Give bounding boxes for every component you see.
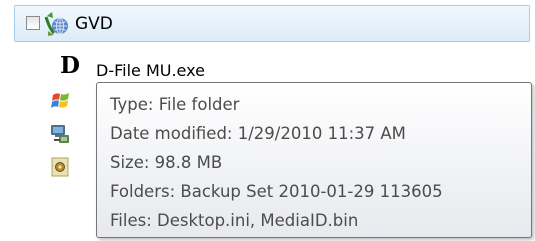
d-letter-icon: D	[60, 52, 80, 79]
tooltip-type: Type: File folder	[110, 95, 240, 114]
tooltip-date-modified: Date modified: 1/29/2010 11:37 AM	[110, 124, 406, 143]
network-computer-icon	[48, 122, 72, 150]
selected-folder-row[interactable]: GVD	[14, 5, 530, 42]
file-name-label[interactable]: D-File MU.exe	[96, 62, 205, 80]
item-checkbox[interactable]	[26, 16, 40, 30]
tooltip-size: Size: 98.8 MB	[110, 153, 223, 172]
folder-network-icon	[44, 11, 70, 37]
tooltip-files: Files: Desktop.ini, MediaID.bin	[110, 211, 359, 230]
list-item-dfile[interactable]: D	[0, 52, 110, 82]
windows-flag-icon	[50, 90, 72, 116]
tooltip-folders: Folders: Backup Set 2010-01-29 113605	[110, 182, 443, 201]
folder-name: GVD	[75, 14, 113, 34]
setup-package-icon	[49, 156, 71, 182]
file-info-tooltip: Type: File folder Date modified: 1/29/20…	[96, 82, 532, 238]
